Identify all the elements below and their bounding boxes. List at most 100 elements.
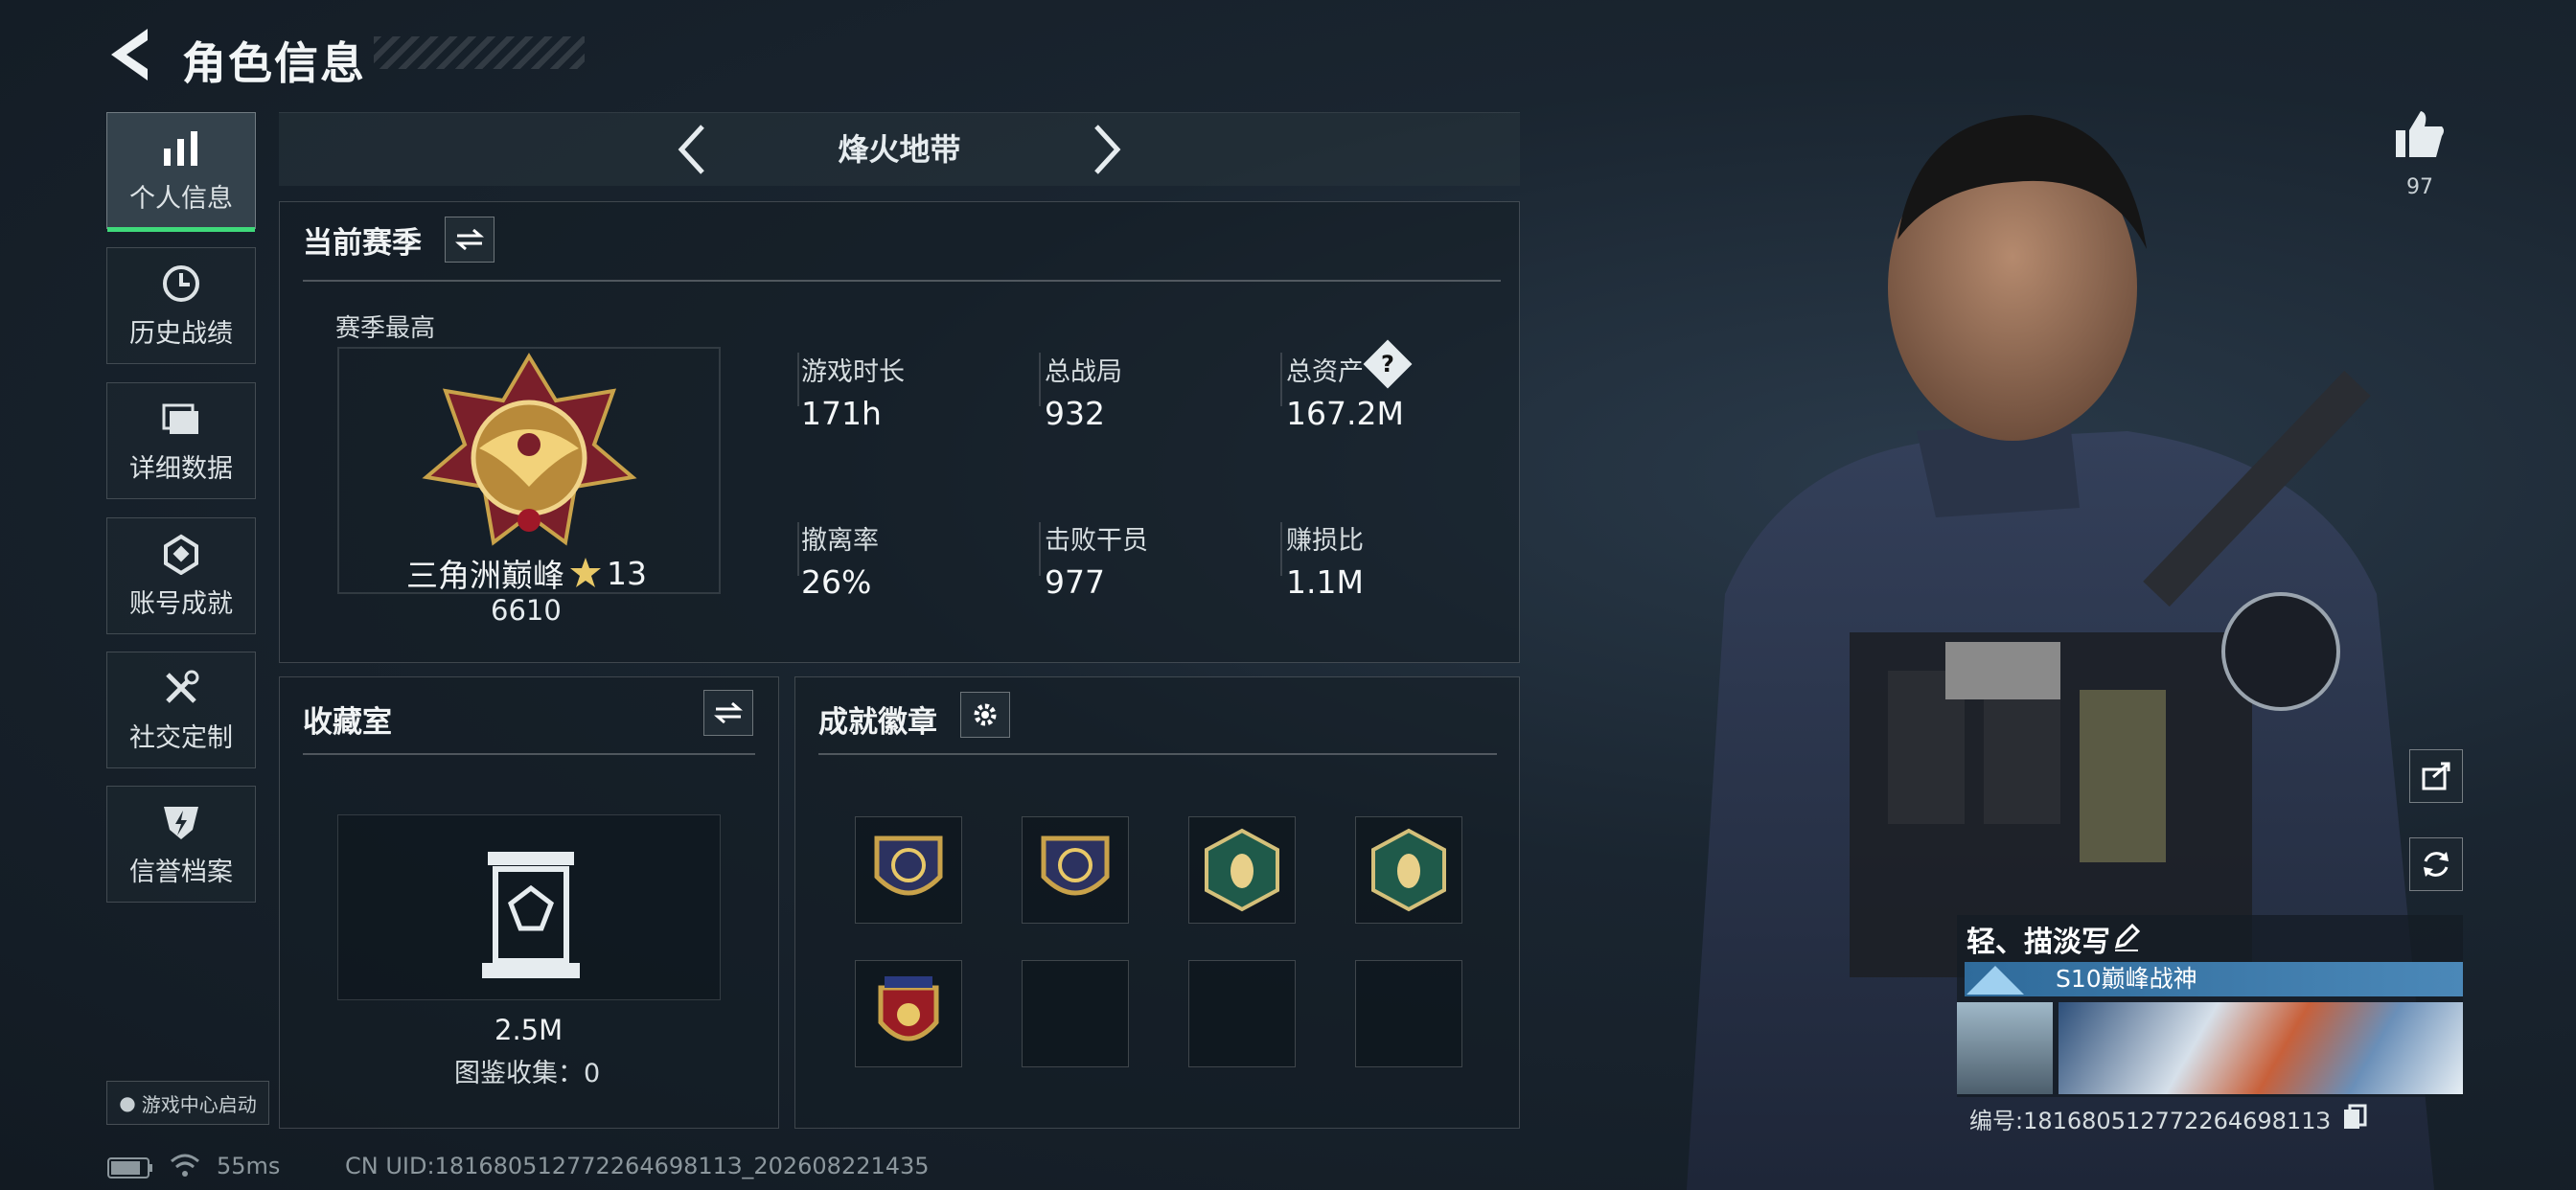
sidebar-item-achievements[interactable]: 账号成就 — [106, 517, 256, 634]
sidebar-item-history[interactable]: 历史战绩 — [106, 247, 256, 364]
rank-score: 6610 — [491, 594, 562, 627]
card-portrait-image — [1957, 1002, 2053, 1094]
card-dragon-image — [2058, 1002, 2463, 1094]
battery-icon — [107, 1157, 152, 1179]
display-case-icon — [482, 852, 580, 978]
like-count: 97 — [2406, 175, 2433, 199]
sidebar-item-label: 个人信息 — [129, 183, 233, 214]
divider — [303, 753, 755, 755]
stat-label: 赚损比 — [1286, 526, 1364, 556]
gear-icon — [974, 703, 997, 726]
badge-slot[interactable] — [855, 816, 962, 924]
sidebar-item-label: 历史战绩 — [129, 318, 233, 349]
stat-value: 26% — [801, 563, 872, 601]
rank-stars: 13 — [607, 554, 647, 592]
stat-label: 总资产 — [1286, 357, 1364, 387]
mode-selector: 烽火地带 — [279, 112, 1520, 186]
uid-text: CN UID:18168051277226469811З_20260822143… — [345, 1153, 930, 1179]
game-center-label: 游戏中心启动 — [141, 1092, 257, 1116]
badge-slot[interactable] — [1355, 816, 1462, 924]
swap-icon — [455, 228, 484, 251]
refresh-icon — [2424, 852, 2449, 877]
badge-slot-empty[interactable] — [1188, 960, 1296, 1067]
share-button[interactable] — [2409, 749, 2463, 803]
hornet-badge-icon — [1371, 828, 1446, 912]
stat-value: 1.1M — [1286, 563, 1364, 601]
stat-divider — [1280, 353, 1282, 406]
stat-value: 167.2M — [1286, 395, 1404, 432]
sidebar-item-label: 信誉档案 — [129, 857, 233, 887]
history-clock-icon — [163, 264, 199, 302]
shield-badge-icon — [874, 835, 943, 896]
sidebar-item-label: 详细数据 — [129, 453, 233, 484]
divider — [303, 280, 1501, 282]
copy-icon[interactable] — [2342, 1104, 2367, 1131]
sidebar-item-credit[interactable]: 信誉档案 — [106, 786, 256, 903]
red-shield-badge-icon — [878, 976, 939, 1041]
badge-slot[interactable] — [1022, 816, 1129, 924]
stat-divider — [797, 522, 799, 576]
sidebar-item-personal-info[interactable]: 个人信息 — [106, 112, 256, 232]
rank-name: 三角洲巅峰 — [406, 557, 564, 594]
credit-shield-icon — [164, 806, 198, 839]
season-best-label: 赛季最高 — [335, 314, 436, 343]
stat-label: 撤离率 — [801, 526, 879, 556]
season-title: 当前赛季 — [303, 226, 422, 261]
rank-medal-icon — [422, 353, 637, 546]
chevron-left-icon[interactable] — [674, 121, 712, 178]
stat-value: 171h — [801, 395, 882, 432]
catalog-count: 图鉴收集：0 — [454, 1059, 601, 1088]
hornet-badge-icon — [1205, 828, 1279, 912]
share-icon — [2422, 762, 2450, 790]
badges-title: 成就徽章 — [818, 705, 937, 740]
player-id: 编号:18168051277226469811З — [1969, 1108, 2331, 1134]
title-decoration — [374, 36, 585, 69]
bar-chart-icon — [164, 130, 197, 166]
sidebar-item-detailed-data[interactable]: 详细数据 — [106, 382, 256, 499]
collection-display[interactable] — [337, 814, 721, 1000]
help-icon-glyph: ? — [1381, 351, 1394, 378]
title-banner — [1965, 962, 2463, 996]
stat-label: 游戏时长 — [801, 357, 905, 387]
stat-label: 总战局 — [1045, 357, 1122, 387]
divider — [818, 753, 1497, 755]
stat-label: 击败干员 — [1045, 526, 1148, 556]
player-title: S10巅峰战神 — [2056, 965, 2197, 993]
edit-pencil-icon[interactable] — [2111, 922, 2142, 952]
badge-slot-empty[interactable] — [1022, 960, 1129, 1067]
stat-value: 977 — [1045, 563, 1105, 601]
stat-value: 932 — [1045, 395, 1105, 432]
game-center-button[interactable]: ● 游戏中心启动 — [106, 1081, 269, 1125]
collection-switch-button[interactable] — [703, 690, 753, 736]
player-name: 轻、描淡写 — [1966, 926, 2110, 959]
chevron-right-icon[interactable] — [1087, 121, 1125, 178]
badges-settings-button[interactable] — [960, 692, 1010, 738]
stat-divider — [1039, 522, 1041, 576]
badge-slot-empty[interactable] — [1355, 960, 1462, 1067]
thumbs-up-icon[interactable] — [2392, 107, 2448, 163]
achievement-icon — [164, 534, 198, 575]
ping-value: 55ms — [217, 1153, 281, 1179]
mode-name: 烽火地带 — [838, 131, 961, 168]
badge-slot[interactable] — [1188, 816, 1296, 924]
folder-icon — [162, 403, 198, 434]
game-center-icon: ● — [119, 1091, 136, 1114]
season-switch-button[interactable] — [445, 217, 494, 263]
badge-slot[interactable] — [855, 960, 962, 1067]
star-icon — [570, 558, 601, 587]
tools-icon — [166, 670, 199, 703]
stat-divider — [1280, 522, 1282, 576]
collection-title: 收藏室 — [303, 705, 392, 740]
sidebar-item-label: 社交定制 — [129, 722, 233, 753]
stat-divider — [797, 353, 799, 406]
refresh-button[interactable] — [2409, 837, 2463, 891]
swap-icon — [714, 701, 743, 724]
sidebar-item-social[interactable]: 社交定制 — [106, 652, 256, 768]
collection-value: 2.5M — [494, 1014, 564, 1046]
back-arrow-icon[interactable] — [105, 27, 155, 82]
wifi-icon — [171, 1154, 199, 1177]
title-emblem-icon — [1966, 966, 2024, 995]
shield-badge-icon — [1041, 835, 1110, 896]
sidebar-item-label: 账号成就 — [129, 588, 233, 619]
page-title: 角色信息 — [182, 37, 366, 89]
